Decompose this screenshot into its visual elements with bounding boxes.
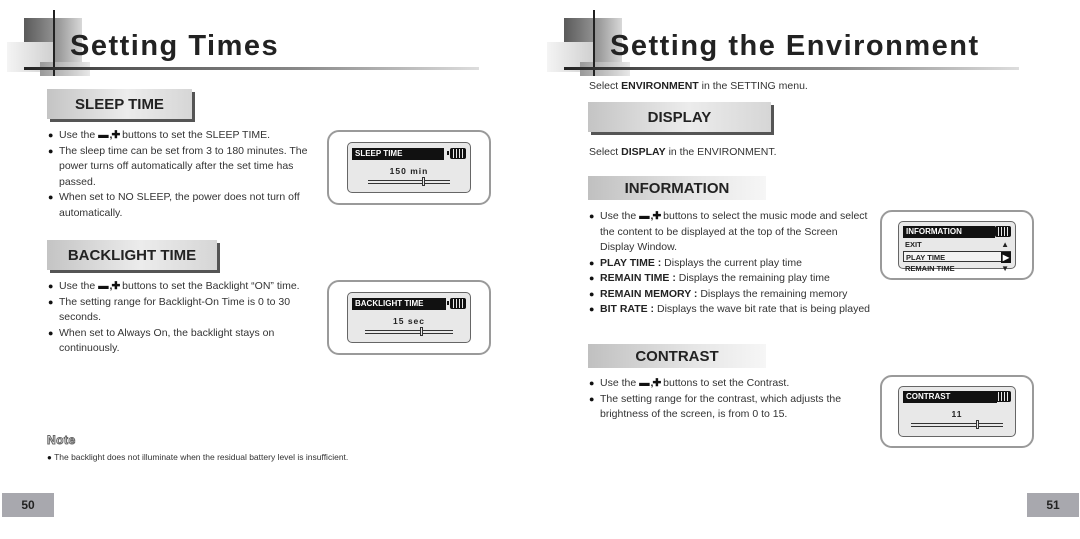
lcd-value: 15 sec	[393, 316, 425, 326]
bullet: The setting range for the contrast, whic…	[589, 392, 874, 423]
slider-knob	[421, 177, 425, 186]
bullet: BIT RATE : Displays the wave bit rate th…	[589, 302, 874, 318]
minus-plus-icon: ▬ ,✚	[639, 210, 661, 222]
bullet: When set to Always On, the backlight sta…	[48, 326, 318, 357]
bullet: Use the ▬ ,✚ buttons to select the music…	[589, 209, 874, 256]
information-bullets: Use the ▬ ,✚ buttons to select the music…	[589, 209, 874, 318]
backlight-time-bullets: Use the ▬ ,✚ buttons to set the Backligh…	[48, 279, 318, 357]
contrast-screen: CONTRAST 11	[880, 375, 1034, 448]
lcd-menu-item-remain-time: REMAIN TIME ▼	[905, 264, 1009, 273]
page-50: Setting Times SLEEP TIME Use the ▬ ,✚ bu…	[0, 0, 540, 539]
lcd-value: 11	[951, 409, 963, 419]
sleep-time-heading: SLEEP TIME	[47, 89, 192, 119]
minus-plus-icon: ▬ ,✚	[98, 280, 120, 292]
contrast-heading: CONTRAST	[588, 344, 766, 368]
page-number: 50	[2, 493, 54, 517]
lcd-header: CONTRAST	[903, 391, 997, 403]
lcd-slider	[365, 327, 453, 336]
page-51: Setting the Environment Select ENVIRONME…	[540, 0, 1080, 539]
environment-intro: Select ENVIRONMENT in the SETTING menu.	[589, 80, 808, 92]
page-title: Setting the Environment	[610, 30, 980, 62]
bullet: Use the ▬ ,✚ buttons to set the Contrast…	[589, 376, 874, 392]
lcd-menu-item-exit: EXIT ▲	[905, 240, 1009, 249]
display-heading: DISPLAY	[588, 102, 771, 132]
backlight-time-heading: BACKLIGHT TIME	[47, 240, 217, 270]
bullet: REMAIN TIME : Displays the remaining pla…	[589, 271, 874, 287]
information-screen: INFORMATION EXIT ▲ PLAY TIME ▶ REMAIN TIME…	[880, 210, 1034, 280]
bullet: Use the ▬ ,✚ buttons to set the Backligh…	[48, 279, 318, 295]
lcd-slider	[911, 420, 1003, 429]
sleep-time-bullets: Use the ▬ ,✚ buttons to set the SLEEP TI…	[48, 128, 313, 221]
lcd-header: INFORMATION	[903, 226, 995, 238]
display-intro: Select DISPLAY in the ENVIRONMENT.	[589, 146, 777, 158]
slider-knob	[420, 327, 424, 336]
information-heading: INFORMATION	[588, 176, 766, 200]
bullet: Use the ▬ ,✚ buttons to set the SLEEP TI…	[48, 128, 313, 144]
bullet: When set to NO SLEEP, the power does not…	[48, 190, 313, 221]
contrast-bullets: Use the ▬ ,✚ buttons to set the Contrast…	[589, 376, 874, 423]
lcd-header: SLEEP TIME	[352, 148, 444, 160]
page-title: Setting Times	[70, 30, 280, 62]
lcd-value: 150 min	[389, 166, 429, 176]
lcd-menu-item-play-time: PLAY TIME ▶	[903, 251, 1011, 263]
battery-icon	[992, 391, 1011, 402]
arrow-up-icon: ▲	[1001, 240, 1009, 249]
bullet: PLAY TIME : Displays the current play ti…	[589, 256, 874, 272]
battery-icon	[447, 298, 466, 309]
bullet: The setting range for Backlight-On Time …	[48, 295, 318, 326]
page-number: 51	[1027, 493, 1079, 517]
lcd-slider	[368, 177, 450, 186]
bullet: The sleep time can be set from 3 to 180 …	[48, 144, 313, 191]
arrow-right-icon: ▶	[1001, 252, 1011, 263]
bullet: REMAIN MEMORY : Displays the remaining m…	[589, 287, 874, 303]
battery-icon	[992, 226, 1011, 237]
lcd-header: BACKLIGHT TIME	[352, 298, 446, 310]
backlight-time-screen: BACKLIGHT TIME 15 sec	[327, 280, 491, 355]
arrow-down-icon: ▼	[1001, 264, 1009, 273]
sleep-time-screen: SLEEP TIME 150 min	[327, 130, 491, 205]
note-title: Note	[47, 433, 76, 448]
slider-knob	[976, 420, 980, 429]
minus-plus-icon: ▬ ,✚	[98, 129, 120, 141]
battery-icon	[447, 148, 466, 159]
minus-plus-icon: ▬ ,✚	[639, 377, 661, 389]
note-text: The backlight does not illuminate when t…	[47, 452, 348, 462]
